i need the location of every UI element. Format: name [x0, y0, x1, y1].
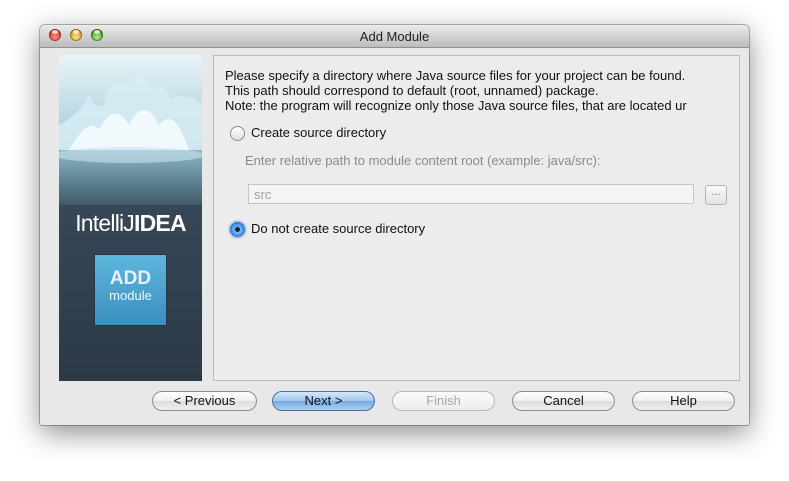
description-line-3: Note: the program will recognize only th…: [225, 98, 687, 113]
create-source-radio[interactable]: [230, 126, 245, 141]
window-title: Add Module: [359, 29, 430, 44]
skip-source-radio[interactable]: [230, 222, 245, 237]
water-splash-image: [59, 55, 202, 205]
brand-light: IntelliJ: [75, 210, 135, 236]
relative-path-input[interactable]: [248, 184, 694, 204]
wizard-banner: IntelliJIDEA ADD module: [59, 55, 202, 381]
finish-button[interactable]: Finish: [392, 391, 495, 411]
relative-path-hint: Enter relative path to module content ro…: [245, 153, 601, 168]
add-module-dialog: Add Module IntelliJIDEA ADD module Pleas…: [40, 25, 749, 425]
description-text: Please specify a directory where Java so…: [225, 68, 731, 113]
create-source-label[interactable]: Create source directory: [251, 125, 386, 140]
intellij-idea-logo: IntelliJIDEA: [59, 210, 202, 237]
source-directory-panel: Please specify a directory where Java so…: [213, 55, 740, 381]
badge-module-text: module: [109, 288, 152, 303]
title-bar[interactable]: Add Module: [40, 25, 749, 48]
add-module-badge: ADD module: [95, 255, 166, 325]
brand-bold: IDEA: [134, 210, 187, 236]
browse-button[interactable]: ...: [705, 185, 727, 205]
previous-button[interactable]: < Previous: [152, 391, 257, 411]
cancel-button[interactable]: Cancel: [512, 391, 615, 411]
help-button[interactable]: Help: [632, 391, 735, 411]
skip-source-label[interactable]: Do not create source directory: [251, 221, 425, 236]
badge-add-text: ADD: [109, 268, 152, 289]
next-button[interactable]: Next >: [272, 391, 375, 411]
description-line-1: Please specify a directory where Java so…: [225, 68, 686, 83]
description-line-2: This path should correspond to default (…: [225, 83, 599, 98]
